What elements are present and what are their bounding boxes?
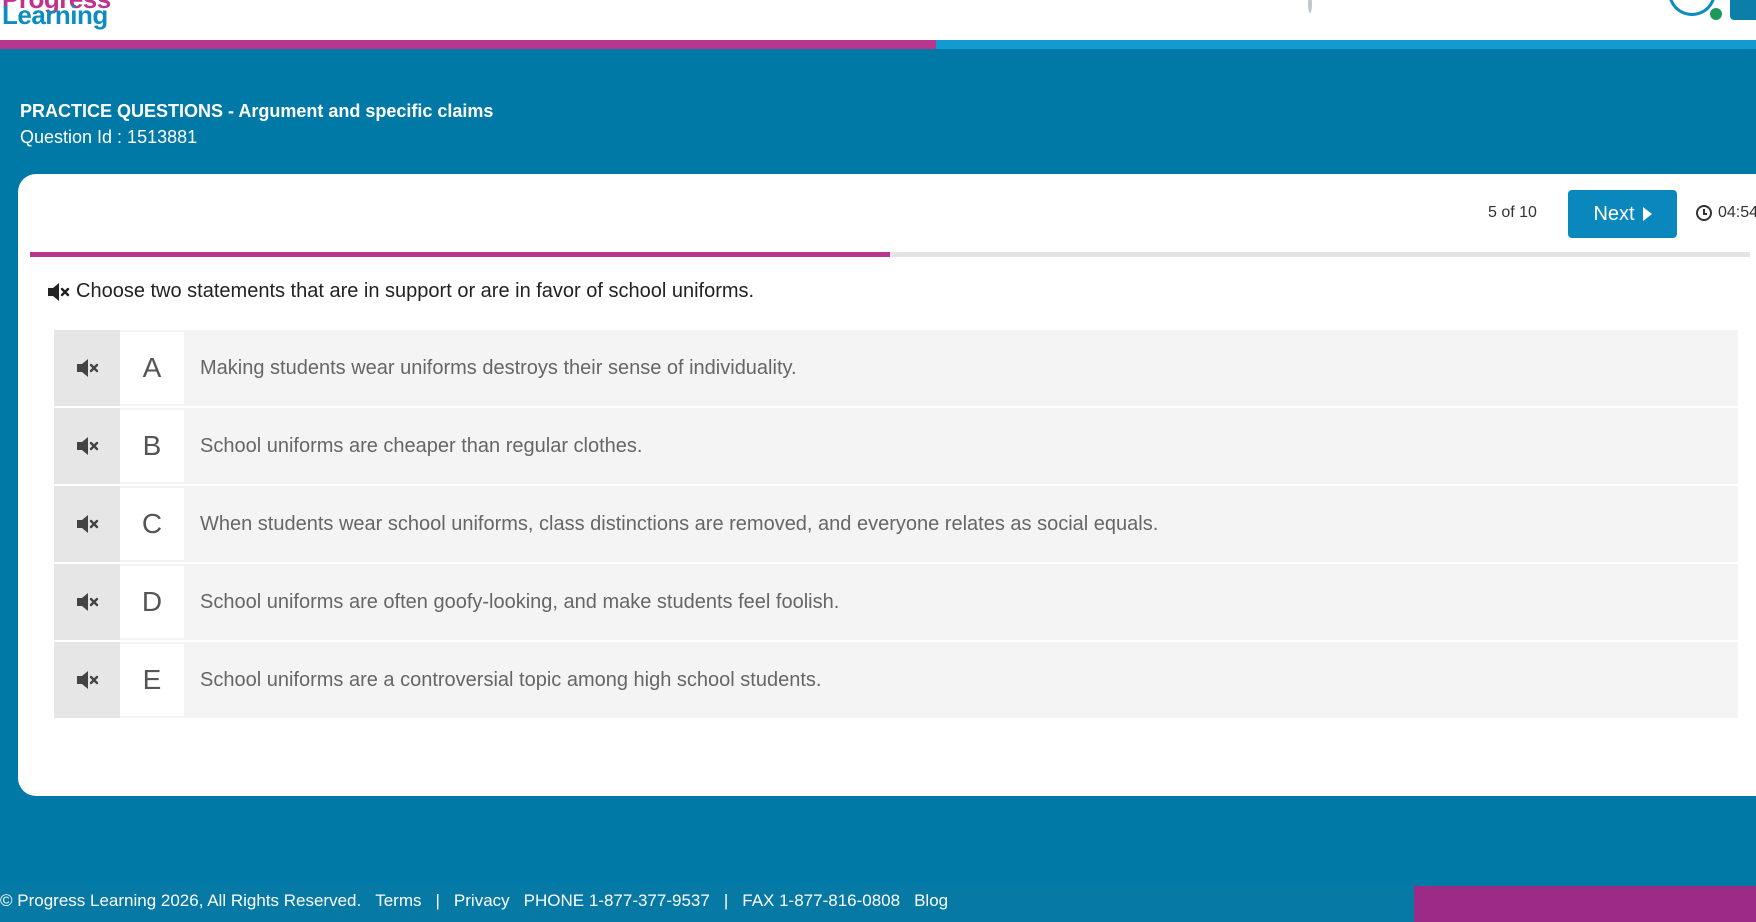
logo-text-bottom[interactable]: Learning <box>2 2 108 28</box>
footer-blog-link[interactable]: Blog <box>914 891 948 911</box>
question-id: Question Id : 1513881 <box>20 127 198 147</box>
answer-options: A Making students wear uniforms destroys… <box>54 330 1738 720</box>
speaker-muted-icon[interactable] <box>54 486 120 562</box>
question-progress-bar <box>30 252 1750 257</box>
question-counter: 5 of 10 <box>1488 204 1537 221</box>
caret-right-icon <box>1642 207 1652 221</box>
option-text: School uniforms are a controversial topi… <box>200 668 822 691</box>
online-status-dot <box>1708 6 1724 22</box>
footer-copyright: © Progress Learning 2026, All Rights Res… <box>0 891 362 910</box>
brand-stripe-magenta <box>0 40 936 49</box>
footer-fax: FAX 1-877-816-0808 <box>742 891 901 910</box>
timer-value: 04:54 <box>1718 204 1756 221</box>
brand-stripe <box>0 40 1756 49</box>
footer-separator: | <box>435 891 440 910</box>
footer-links: © Progress Learning 2026, All Rights Res… <box>0 886 962 916</box>
option-letter: B <box>120 410 184 482</box>
option-text: School uniforms are often goofy-looking,… <box>200 590 840 613</box>
question-prompt-text: Choose two statements that are in suppor… <box>76 280 755 302</box>
speaker-muted-icon[interactable] <box>46 281 70 303</box>
footer-terms-link[interactable]: Terms <box>375 891 421 911</box>
speaker-muted-icon[interactable] <box>54 408 120 484</box>
answer-option-e[interactable]: E School uniforms are a controversial to… <box>54 642 1738 718</box>
speaker-muted-icon[interactable] <box>54 642 120 718</box>
footer: © Progress Learning 2026, All Rights Res… <box>0 886 1756 922</box>
footer-separator: | <box>723 891 729 910</box>
option-text: When students wear school uniforms, clas… <box>200 512 1159 535</box>
answer-option-a[interactable]: A Making students wear uniforms destroys… <box>54 330 1738 406</box>
header-utilities <box>1300 0 1630 16</box>
footer-privacy-link[interactable]: Privacy <box>454 891 510 911</box>
next-button-label: Next <box>1593 202 1635 225</box>
footer-phone: PHONE 1-877-377-9537 <box>523 891 710 910</box>
option-letter: A <box>120 332 184 404</box>
option-letter: C <box>120 488 184 560</box>
top-header-bar: Progress Learning <box>0 0 1756 40</box>
option-text: Making students wear uniforms destroys t… <box>200 356 797 379</box>
question-progress-fill <box>30 252 890 257</box>
answer-option-b[interactable]: B School uniforms are cheaper than regul… <box>54 408 1738 484</box>
help-icon[interactable] <box>1308 0 1312 13</box>
page-heading: PRACTICE QUESTIONS - Argument and specif… <box>20 98 493 150</box>
timer: 04:54 <box>1696 204 1756 222</box>
option-letter: E <box>120 644 184 716</box>
next-button[interactable]: Next <box>1568 190 1677 238</box>
page-title: PRACTICE QUESTIONS - Argument and specif… <box>20 101 494 121</box>
speaker-muted-icon[interactable] <box>54 564 120 640</box>
speaker-muted-icon[interactable] <box>54 330 120 406</box>
question-card: 5 of 10 Next 04:54 Choose two statements… <box>18 174 1756 796</box>
answer-option-c[interactable]: C When students wear school uniforms, cl… <box>54 486 1738 562</box>
brand-stripe-blue <box>936 40 1756 49</box>
answer-option-d[interactable]: D School uniforms are often goofy-lookin… <box>54 564 1738 640</box>
option-letter: D <box>120 566 184 638</box>
question-prompt: Choose two statements that are in suppor… <box>46 280 754 303</box>
clock-icon <box>1696 205 1712 221</box>
option-text: School uniforms are cheaper than regular… <box>200 434 643 457</box>
footer-accent-block <box>1414 886 1756 922</box>
header-menu-button[interactable] <box>1730 0 1756 20</box>
